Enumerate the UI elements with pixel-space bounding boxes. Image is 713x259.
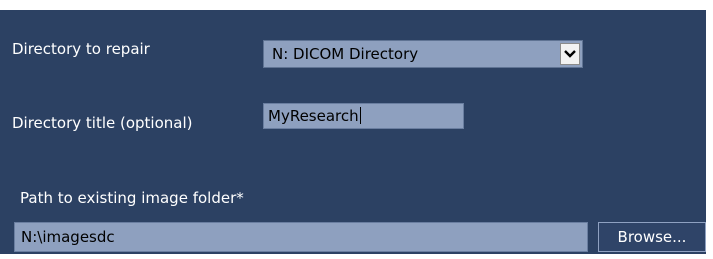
directory-title-value: MyResearch [268,107,359,125]
directory-title-input[interactable]: MyResearch [263,103,464,129]
image-folder-path-input[interactable]: N:\imagesdc [14,222,588,252]
chevron-down-icon[interactable] [560,43,580,65]
image-folder-label: Path to existing image folder* [20,189,244,207]
directory-title-label: Directory title (optional) [12,114,193,132]
repair-directory-panel: Directory to repair N: DICOM Directory D… [0,10,706,254]
browse-button[interactable]: Browse... [598,222,706,252]
directory-to-repair-select[interactable]: N: DICOM Directory [263,40,583,68]
directory-to-repair-label: Directory to repair [12,40,150,58]
image-folder-path-value: N:\imagesdc [21,228,115,246]
text-caret [359,107,361,124]
directory-to-repair-value: N: DICOM Directory [272,45,419,63]
